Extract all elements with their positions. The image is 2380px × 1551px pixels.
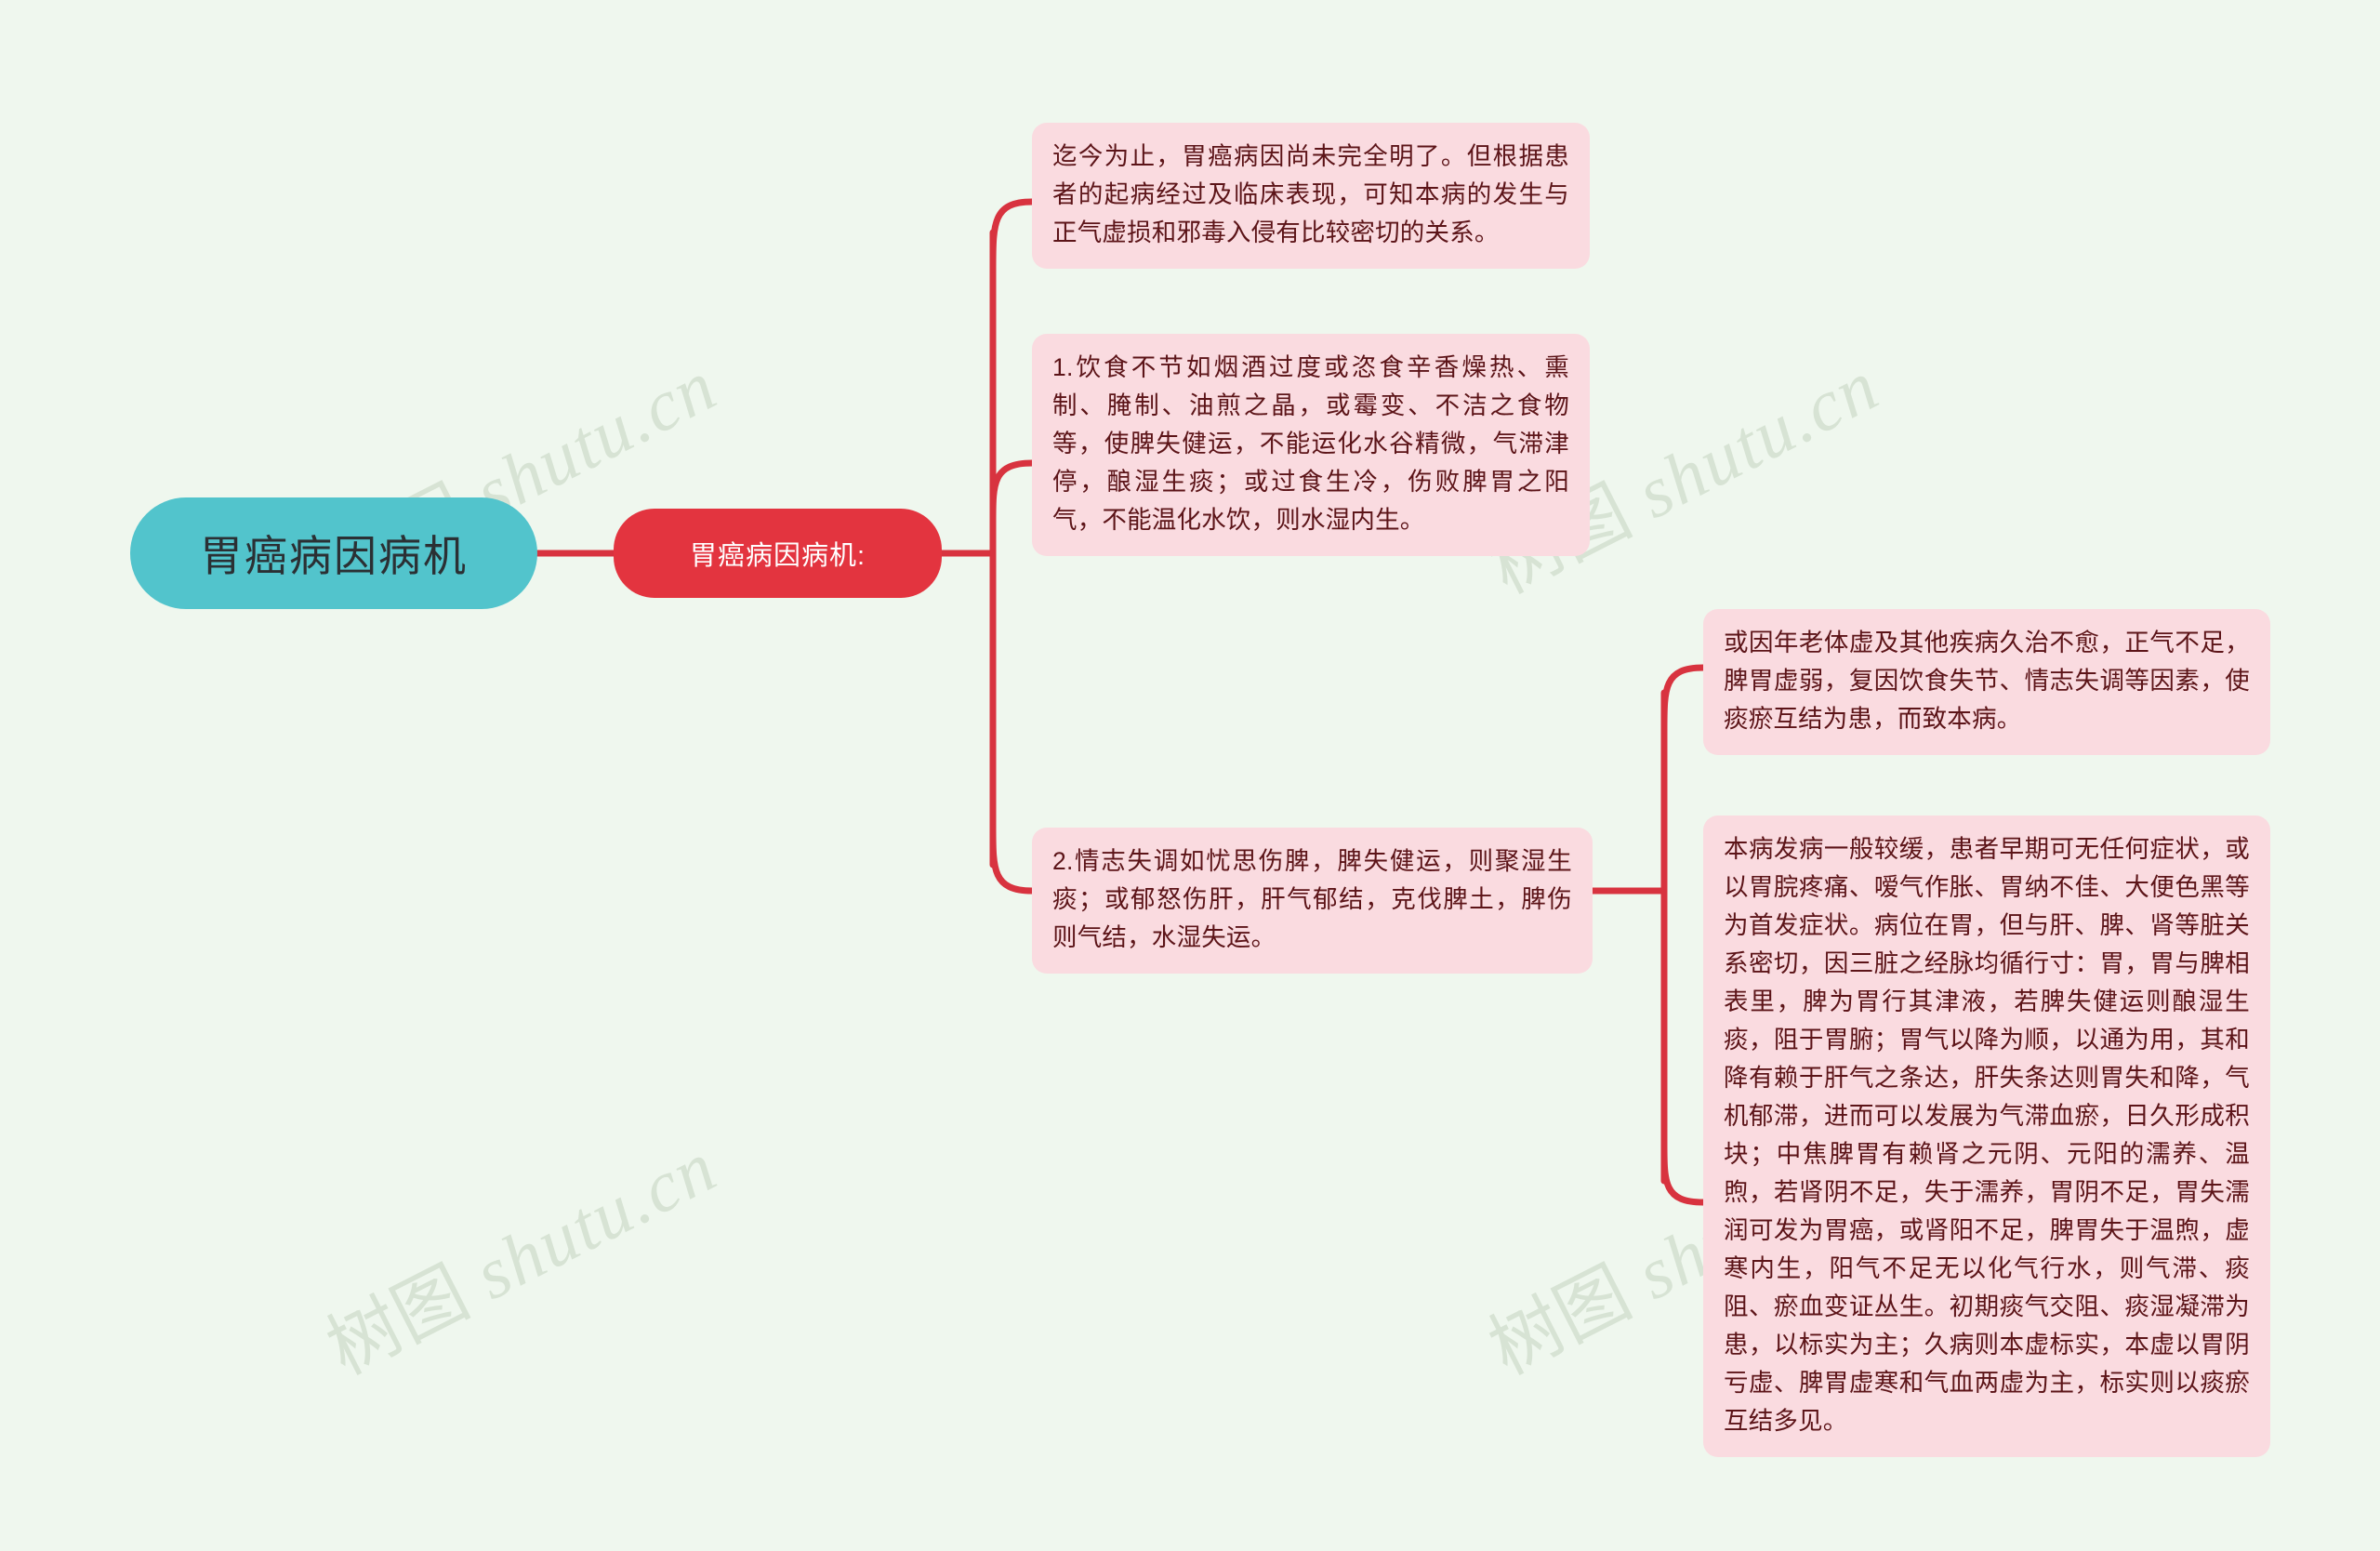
leaf-node-cause-diet[interactable]: 1.饮食不节如烟酒过度或恣食辛香燥热、熏制、腌制、油煎之晶，或霉变、不洁之食物等… bbox=[1032, 334, 1590, 556]
branch-node-etiology-pathogenesis[interactable]: 胃癌病因病机: bbox=[614, 509, 942, 598]
root-node[interactable]: 胃癌病因病机 bbox=[130, 497, 537, 609]
leaf-node-text: 迄今为止，胃癌病因尚未完全明了。但根据患者的起病经过及临床表现，可知本病的发生与… bbox=[1052, 142, 1569, 246]
link-trunk-to-pathogenesis bbox=[1660, 1140, 1707, 1206]
leaf-node-deficiency[interactable]: 或因年老体虚及其他疾病久治不愈，正气不足，脾胃虚弱，复因饮食失节、情志失调等因素… bbox=[1703, 609, 2270, 755]
leaf-node-text: 本病发病一般较缓，患者早期可无任何症状，或以胃脘疼痛、嗳气作胀、胃纳不佳、大便色… bbox=[1724, 835, 2250, 1435]
leaf-node-etiology-overview[interactable]: 迄今为止，胃癌病因尚未完全明了。但根据患者的起病经过及临床表现，可知本病的发生与… bbox=[1032, 123, 1590, 269]
watermark-cjk: 树图 bbox=[314, 1252, 482, 1390]
mindmap-canvas: 树图 shutu.cn 树图 shutu.cn 树图 shutu.cn 树图 s… bbox=[0, 0, 2380, 1551]
link-trunk-to-cause1 bbox=[989, 459, 1036, 524]
watermark-cjk: 树图 bbox=[1476, 1252, 1644, 1390]
root-node-label: 胃癌病因病机 bbox=[200, 532, 468, 580]
leaf-node-pathogenesis[interactable]: 本病发病一般较缓，患者早期可无任何症状，或以胃脘疼痛、嗳气作胀、胃纳不佳、大便色… bbox=[1703, 815, 2270, 1457]
leaf-node-text: 2.情志失调如忧思伤脾，脾失健运，则聚湿生痰；或郁怒伤肝，肝气郁结，克伐脾土，脾… bbox=[1052, 847, 1572, 951]
watermark-latin: shutu.cn bbox=[443, 1125, 730, 1324]
branch-node-label: 胃癌病因病机: bbox=[689, 541, 866, 571]
link-trunk-to-cause2 bbox=[989, 824, 1036, 895]
watermark-latin: shutu.cn bbox=[1606, 344, 1892, 543]
link-trunk-to-overview bbox=[989, 198, 1036, 273]
watermark: 树图 shutu.cn bbox=[307, 1109, 732, 1395]
leaf-node-text: 或因年老体虚及其他疾病久治不愈，正气不足，脾胃虚弱，复因饮食失节、情志失调等因素… bbox=[1724, 629, 2250, 733]
link-trunk-to-deficiency bbox=[1660, 664, 1707, 734]
leaf-node-text: 1.饮食不节如烟酒过度或恣食辛香燥热、熏制、腌制、油煎之晶，或霉变、不洁之食物等… bbox=[1052, 353, 1569, 534]
leaf-node-cause-emotion[interactable]: 2.情志失调如忧思伤脾，脾失健运，则聚湿生痰；或郁怒伤肝，肝气郁结，克伐脾土，脾… bbox=[1032, 828, 1593, 974]
